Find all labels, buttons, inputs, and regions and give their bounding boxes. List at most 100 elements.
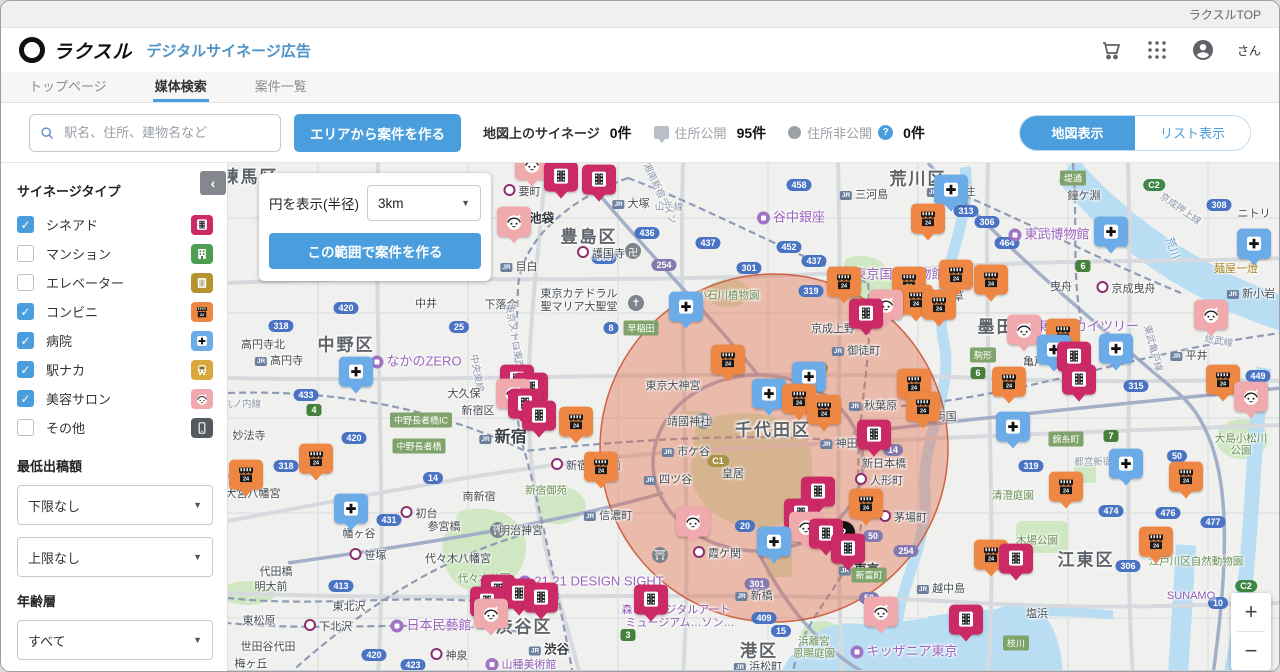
map-marker-hospital[interactable]	[334, 494, 368, 524]
search-input[interactable]	[62, 124, 270, 141]
header: ラクスル デジタルサイネージ広告 さん	[1, 28, 1279, 72]
checkbox[interactable]: ✓	[17, 361, 34, 378]
map-marker-salon[interactable]	[497, 207, 531, 237]
signage-type-elevator[interactable]: エレベーター	[17, 268, 213, 297]
map-marker-store[interactable]: 24	[584, 452, 618, 482]
map-marker-hospital[interactable]	[1109, 449, 1143, 479]
map-marker-store[interactable]: 24	[229, 460, 263, 490]
map-marker-salon[interactable]	[1194, 300, 1228, 330]
create-from-area-button[interactable]: エリアから案件を作る	[294, 114, 461, 152]
signage-type-other[interactable]: その他	[17, 413, 213, 442]
checkbox[interactable]	[17, 245, 34, 262]
tab-top-page[interactable]: トップページ	[27, 72, 109, 102]
map-marker-salon[interactable]	[1007, 315, 1041, 345]
map-marker-cinema[interactable]	[857, 420, 891, 450]
other-marker-icon	[191, 418, 213, 438]
map-marker-cinema[interactable]	[949, 605, 983, 635]
chevron-down-icon: ▼	[193, 552, 202, 562]
tab-project-list[interactable]: 案件一覧	[253, 72, 309, 102]
map-marker-store[interactable]: 24	[939, 260, 973, 290]
signage-type-label: シネアド	[46, 215, 98, 234]
address-public-value: 95件	[737, 123, 767, 143]
map-marker-cinema[interactable]	[544, 163, 578, 192]
age-select[interactable]: すべて▼	[17, 620, 213, 660]
map-marker-salon[interactable]	[676, 507, 710, 537]
map-marker-cinema[interactable]	[582, 165, 616, 195]
map-marker-salon[interactable]	[1234, 382, 1268, 412]
map-marker-cinema[interactable]	[831, 534, 865, 564]
map-marker-store[interactable]: 24	[992, 367, 1026, 397]
budget-min-select[interactable]: 下限なし▼	[17, 485, 213, 525]
map-marker-cinema[interactable]	[634, 585, 668, 615]
signage-type-store[interactable]: ✓コンビニ24	[17, 297, 213, 326]
map-marker-store[interactable]: 24	[299, 444, 333, 474]
signage-type-mansion[interactable]: マンション	[17, 239, 213, 268]
map-marker-store[interactable]: 24	[807, 395, 841, 425]
map-marker-hospital[interactable]	[752, 379, 786, 409]
signage-type-heading: サイネージタイプ	[17, 181, 213, 200]
map-marker-store[interactable]: 24	[849, 489, 883, 519]
svg-text:24: 24	[1220, 381, 1227, 387]
signage-type-cinema[interactable]: ✓ シネアド	[17, 210, 213, 239]
map-marker-store[interactable]: 24	[1169, 462, 1203, 492]
zoom-out-button[interactable]: −	[1231, 632, 1271, 670]
map-marker-cinema[interactable]	[522, 401, 556, 431]
tab-media-search[interactable]: 媒体検索	[153, 72, 209, 102]
apps-grid-icon[interactable]	[1145, 38, 1169, 62]
map-marker-cinema[interactable]	[849, 299, 883, 329]
create-in-range-button[interactable]: この範囲で案件を作る	[269, 233, 481, 269]
checkbox[interactable]	[17, 274, 34, 291]
search-box[interactable]	[29, 114, 281, 152]
map-marker-hospital[interactable]	[669, 292, 703, 322]
map-marker-store[interactable]: 24	[1139, 527, 1173, 557]
map-marker-store[interactable]: 24	[922, 290, 956, 320]
checkbox[interactable]: ✓	[17, 303, 34, 320]
checkbox[interactable]	[17, 419, 34, 436]
signage-type-label: その他	[46, 418, 85, 437]
map-marker-hospital[interactable]	[1099, 334, 1133, 364]
checkbox[interactable]: ✓	[17, 216, 34, 233]
map-marker-store[interactable]: 24	[559, 407, 593, 437]
radius-select[interactable]: 3km ▼	[367, 185, 481, 221]
brand-logo[interactable]: ラクスル	[19, 37, 132, 64]
address-public-label: 住所公開	[675, 123, 727, 142]
map-marker-hospital[interactable]	[757, 527, 791, 557]
map-marker-store[interactable]: 24	[711, 345, 745, 375]
map-marker-cinema[interactable]	[999, 544, 1033, 574]
map-marker-hospital[interactable]	[996, 412, 1030, 442]
signage-type-salon[interactable]: ✓美容サロン	[17, 384, 213, 413]
svg-text:24: 24	[863, 505, 870, 511]
toggle-list-view[interactable]: リスト表示	[1135, 116, 1250, 150]
svg-text:24: 24	[821, 411, 828, 417]
budget-max-select[interactable]: 上限なし▼	[17, 537, 213, 577]
elevator-marker-icon	[191, 273, 213, 293]
account-icon[interactable]	[1191, 38, 1215, 62]
map-marker-hospital[interactable]	[1237, 229, 1271, 259]
map-marker-hospital[interactable]	[1094, 217, 1128, 247]
toggle-map-view[interactable]: 地図表示	[1020, 116, 1135, 150]
svg-text:24: 24	[573, 423, 580, 429]
raksul-top-link[interactable]: ラクスルTOP	[1189, 6, 1261, 23]
map-marker-cinema[interactable]	[524, 583, 558, 613]
checkbox[interactable]: ✓	[17, 390, 34, 407]
map-marker-store[interactable]: 24	[974, 265, 1008, 295]
map-view[interactable]: 練馬区豊島区中野区千代田区渋谷区港区墨田区荒川区江東区JR新宿JR渋谷JR東京J…	[228, 163, 1279, 672]
map-marker-salon[interactable]	[474, 599, 508, 629]
map-marker-cinema[interactable]	[1062, 365, 1096, 395]
map-marker-store[interactable]: 24	[1049, 472, 1083, 502]
radius-label: 円を表示(半径)	[269, 193, 359, 213]
nav-tabs: トップページ 媒体検索 案件一覧	[1, 72, 1279, 103]
map-marker-hospital[interactable]	[339, 357, 373, 387]
checkbox[interactable]: ✓	[17, 332, 34, 349]
sidebar-collapse-button[interactable]: ‹	[200, 171, 226, 195]
map-marker-store[interactable]: 24	[827, 267, 861, 297]
map-marker-salon[interactable]	[864, 597, 898, 627]
zoom-in-button[interactable]: +	[1231, 593, 1271, 631]
help-icon[interactable]: ?	[878, 125, 893, 140]
map-marker-store[interactable]: 24	[906, 392, 940, 422]
map-marker-store[interactable]: 24	[911, 204, 945, 234]
cart-icon[interactable]	[1099, 38, 1123, 62]
map-marker-hospital[interactable]	[934, 175, 968, 205]
signage-type-hospital[interactable]: ✓病院	[17, 326, 213, 355]
signage-type-ekinaka[interactable]: ✓駅ナカ	[17, 355, 213, 384]
